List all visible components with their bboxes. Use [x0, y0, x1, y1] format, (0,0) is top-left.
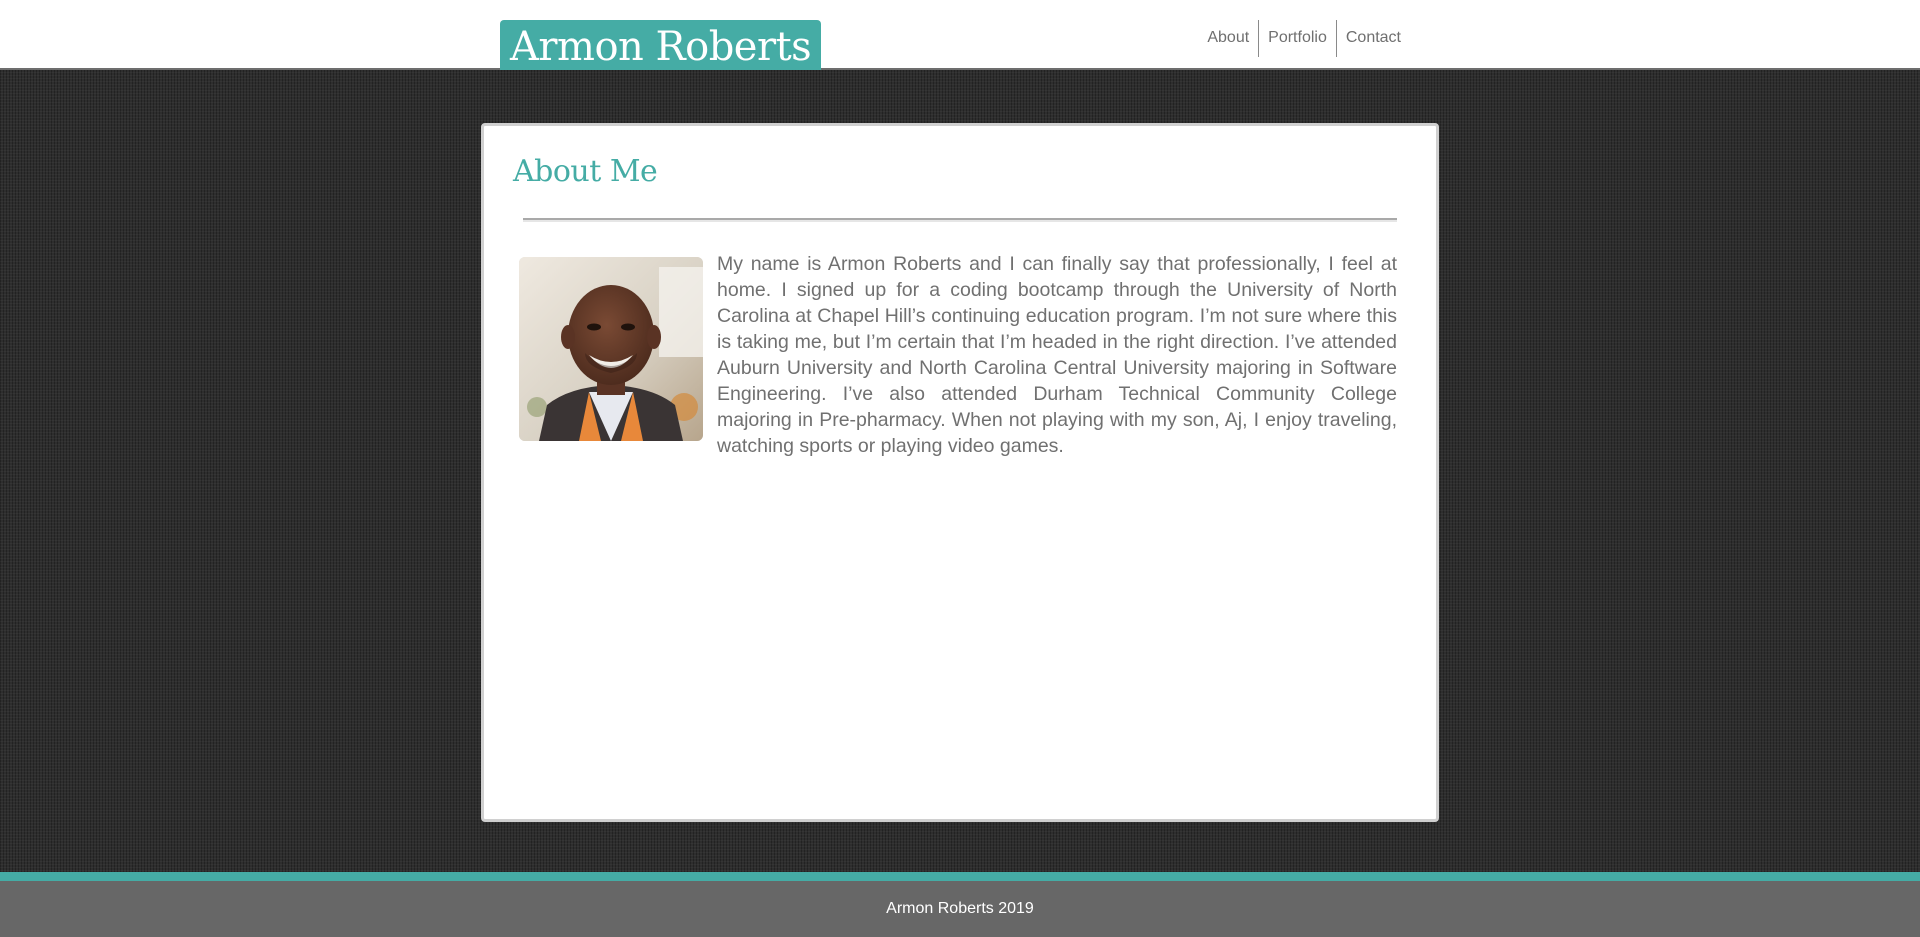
- footer-copyright: Armon Roberts 2019: [886, 900, 1034, 917]
- site-logo[interactable]: Armon Roberts: [500, 20, 822, 70]
- section-title: About Me: [513, 154, 658, 189]
- bio-text: My name is Armon Roberts and I can final…: [717, 253, 1397, 457]
- nav-link-contact[interactable]: Contact: [1337, 20, 1410, 57]
- site-header: Armon Roberts About Portfolio Contact: [0, 0, 1920, 70]
- profile-photo: [519, 257, 703, 441]
- site-footer: Armon Roberts 2019: [0, 881, 1920, 937]
- nav-link-about[interactable]: About: [1198, 20, 1260, 57]
- main-nav: About Portfolio Contact: [1198, 20, 1410, 57]
- about-card: About Me My name is Armon Roberts and I …: [481, 123, 1439, 822]
- footer-accent-bar: [0, 872, 1920, 881]
- nav-link-portfolio[interactable]: Portfolio: [1259, 20, 1337, 57]
- logo-text[interactable]: Armon Roberts: [510, 20, 812, 74]
- profile-portrait-image: [519, 257, 703, 441]
- section-divider: [523, 218, 1397, 222]
